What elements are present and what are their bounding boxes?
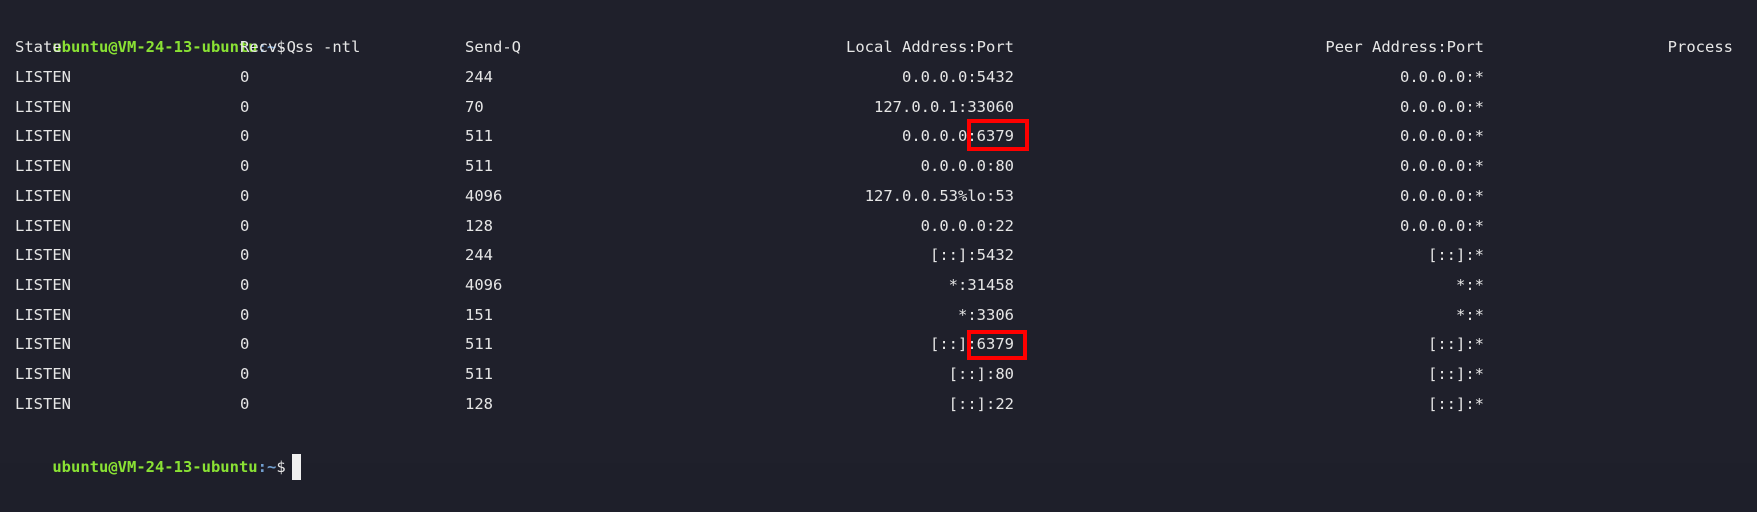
cell-recv-q: 0 xyxy=(240,97,250,116)
header-recv-q: Recv-Q xyxy=(240,38,296,56)
text-cursor xyxy=(291,453,301,480)
header-state: State xyxy=(15,38,62,56)
cell-state: LISTEN xyxy=(15,186,71,205)
cell-peer-address: 0.0.0.0:* xyxy=(1400,68,1484,86)
cell-peer-address: 0.0.0.0:* xyxy=(1400,216,1484,235)
cell-local-address: 0.0.0.0:5432 xyxy=(902,68,1014,86)
cell-state: LISTEN xyxy=(15,365,71,383)
cell-recv-q: 0 xyxy=(240,365,250,383)
cell-peer-address: *:* xyxy=(1456,305,1484,324)
terminal-window[interactable]: ubuntu@VM-24-13-ubuntu:~$ ss -ntl State … xyxy=(0,0,1757,480)
cell-recv-q: 0 xyxy=(240,394,250,413)
header-local-address: Local Address:Port xyxy=(846,38,1014,56)
cell-send-q: 511 xyxy=(465,157,493,176)
cell-send-q: 244 xyxy=(465,68,493,86)
cell-local-address: [::]:22 xyxy=(948,394,1014,413)
table-row: LISTEN 0 511 0.0.0.0:6379 0.0.0.0:* xyxy=(0,121,1757,151)
cell-send-q: 70 xyxy=(465,97,484,116)
cell-send-q: 128 xyxy=(465,394,493,413)
cell-send-q: 4096 xyxy=(465,275,503,294)
table-row: LISTEN 0 511 [::]:6379 [::]:* xyxy=(0,329,1757,359)
cell-state: LISTEN xyxy=(15,305,71,324)
cell-recv-q: 0 xyxy=(240,335,250,354)
table-header-row: State Recv-Q Send-Q Local Address:Port P… xyxy=(0,32,1757,62)
header-peer-address: Peer Address:Port xyxy=(1325,38,1484,56)
table-row: LISTEN 0 4096 127.0.0.53%lo:53 0.0.0.0:* xyxy=(0,181,1757,211)
cell-state: LISTEN xyxy=(15,275,71,294)
table-row: LISTEN 0 511 [::]:80 [::]:* xyxy=(0,359,1757,389)
prompt-line[interactable]: ubuntu@VM-24-13-ubuntu:~$ xyxy=(15,422,301,480)
cell-local-address: 127.0.0.1:33060 xyxy=(874,97,1014,116)
cell-state: LISTEN xyxy=(15,335,71,354)
cell-peer-address: 0.0.0.0:* xyxy=(1400,157,1484,176)
cell-peer-address: 0.0.0.0:* xyxy=(1400,97,1484,116)
cell-state: LISTEN xyxy=(15,157,71,176)
table-row: LISTEN 0 244 0.0.0.0:5432 0.0.0.0:* xyxy=(0,62,1757,92)
cell-local-address: 0.0.0.0:80 xyxy=(920,157,1014,176)
cell-local-address: *:3306 xyxy=(958,305,1014,324)
cell-recv-q: 0 xyxy=(240,305,250,324)
command-line: ubuntu@VM-24-13-ubuntu:~$ ss -ntl xyxy=(15,2,360,56)
cell-send-q: 151 xyxy=(465,305,493,324)
cell-send-q: 511 xyxy=(465,127,493,146)
cell-state: LISTEN xyxy=(15,246,71,265)
cell-peer-address: *:* xyxy=(1456,275,1484,294)
cell-state: LISTEN xyxy=(15,68,71,86)
table-row: LISTEN 0 511 0.0.0.0:80 0.0.0.0:* xyxy=(0,151,1757,181)
cell-local-address: *:31458 xyxy=(948,275,1014,294)
prompt-user-host: ubuntu@VM-24-13-ubuntu xyxy=(52,458,258,476)
prompt-symbol: $ xyxy=(276,458,286,476)
table-row: LISTEN 0 244 [::]:5432 [::]:* xyxy=(0,240,1757,270)
table-row: LISTEN 0 128 0.0.0.0:22 0.0.0.0:* xyxy=(0,211,1757,241)
cell-recv-q: 0 xyxy=(240,68,250,86)
cell-send-q: 511 xyxy=(465,335,493,354)
cell-peer-address: [::]:* xyxy=(1428,365,1484,383)
highlight-box-6379-ipv4 xyxy=(967,119,1029,151)
cell-peer-address: [::]:* xyxy=(1428,246,1484,265)
cell-send-q: 128 xyxy=(465,216,493,235)
table-row: LISTEN 0 4096 *:31458 *:* xyxy=(0,270,1757,300)
cell-state: LISTEN xyxy=(15,97,71,116)
cell-state: LISTEN xyxy=(15,216,71,235)
cell-state: LISTEN xyxy=(15,394,71,413)
cell-send-q: 4096 xyxy=(465,186,503,205)
cell-peer-address: 0.0.0.0:* xyxy=(1400,127,1484,146)
table-row: LISTEN 0 128 [::]:22 [::]:* xyxy=(0,389,1757,419)
cell-recv-q: 0 xyxy=(240,127,250,146)
cell-recv-q: 0 xyxy=(240,216,250,235)
cell-recv-q: 0 xyxy=(240,246,250,265)
table-row: LISTEN 0 151 *:3306 *:* xyxy=(0,300,1757,330)
cell-local-address: 0.0.0.0:22 xyxy=(920,216,1014,235)
cell-recv-q: 0 xyxy=(240,157,250,176)
cell-local-address: [::]:5432 xyxy=(930,246,1014,265)
cell-local-address: 127.0.0.53%lo:53 xyxy=(864,186,1014,205)
cell-recv-q: 0 xyxy=(240,275,250,294)
cell-state: LISTEN xyxy=(15,127,71,146)
prompt-path: :~ xyxy=(257,458,277,476)
cell-peer-address: 0.0.0.0:* xyxy=(1400,186,1484,205)
header-send-q: Send-Q xyxy=(465,38,521,56)
cell-recv-q: 0 xyxy=(240,186,250,205)
header-process: Process xyxy=(1667,38,1733,56)
cell-peer-address: [::]:* xyxy=(1428,335,1484,354)
cell-send-q: 244 xyxy=(465,246,493,265)
highlight-box-6379-ipv6 xyxy=(967,330,1027,360)
cell-local-address: [::]:80 xyxy=(948,365,1014,383)
cell-send-q: 511 xyxy=(465,365,493,383)
table-row: LISTEN 0 70 127.0.0.1:33060 0.0.0.0:* xyxy=(0,92,1757,122)
cell-peer-address: [::]:* xyxy=(1428,394,1484,413)
